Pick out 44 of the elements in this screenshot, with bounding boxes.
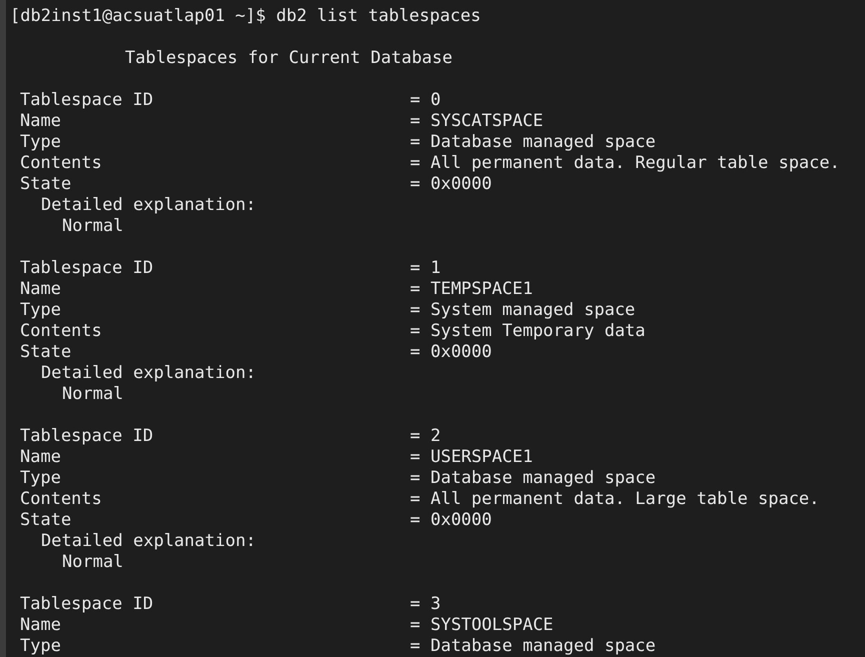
explanation-label: Detailed explanation: xyxy=(41,531,256,552)
field-value: = System Temporary data xyxy=(410,321,646,342)
field-label: State xyxy=(20,342,72,363)
field-label: Name xyxy=(20,615,62,636)
field-value: = Database managed space xyxy=(410,636,656,657)
command-prompt: [db2inst1@acsuatlap01 ~]$ db2 list tablespaces xyxy=(10,6,482,27)
field-label: Type xyxy=(20,300,62,321)
field-value: = USERSPACE1 xyxy=(410,447,533,468)
field-value: = 0 xyxy=(410,90,441,111)
field-label: Type xyxy=(20,636,62,657)
field-label: Tablespace ID xyxy=(20,90,154,111)
field-label: Type xyxy=(20,468,62,489)
field-label: Contents xyxy=(20,153,103,174)
field-value: = All permanent data. Regular table space. xyxy=(410,153,840,174)
field-label: Name xyxy=(20,447,62,468)
field-value: = 0x0000 xyxy=(410,342,492,363)
field-value: = 3 xyxy=(410,594,441,615)
explanation-label: Detailed explanation: xyxy=(41,195,256,216)
field-value: = SYSCATSPACE xyxy=(410,111,544,132)
field-value: = 2 xyxy=(410,426,441,447)
field-value: = Database managed space xyxy=(410,132,656,153)
field-label: Type xyxy=(20,132,62,153)
field-label: Name xyxy=(20,279,62,300)
field-value: = System managed space xyxy=(410,300,636,321)
field-value: = 1 xyxy=(410,258,441,279)
explanation-text: Normal xyxy=(62,552,124,573)
field-value: = 0x0000 xyxy=(410,174,492,195)
field-value: = SYSTOOLSPACE xyxy=(410,615,554,636)
explanation-text: Normal xyxy=(62,216,124,237)
field-value: = 0x0000 xyxy=(410,510,492,531)
field-value: = All permanent data. Large table space. xyxy=(410,489,820,510)
output-heading: Tablespaces for Current Database xyxy=(125,48,453,69)
explanation-text: Normal xyxy=(62,384,124,405)
explanation-label: Detailed explanation: xyxy=(41,363,256,384)
field-label: State xyxy=(20,174,72,195)
field-label: Tablespace ID xyxy=(20,258,154,279)
field-value: = TEMPSPACE1 xyxy=(410,279,533,300)
field-label: Name xyxy=(20,111,62,132)
field-label: Tablespace ID xyxy=(20,426,154,447)
field-value: = Database managed space xyxy=(410,468,656,489)
field-label: State xyxy=(20,510,72,531)
field-label: Contents xyxy=(20,489,103,510)
field-label: Tablespace ID xyxy=(20,594,154,615)
field-label: Contents xyxy=(20,321,103,342)
